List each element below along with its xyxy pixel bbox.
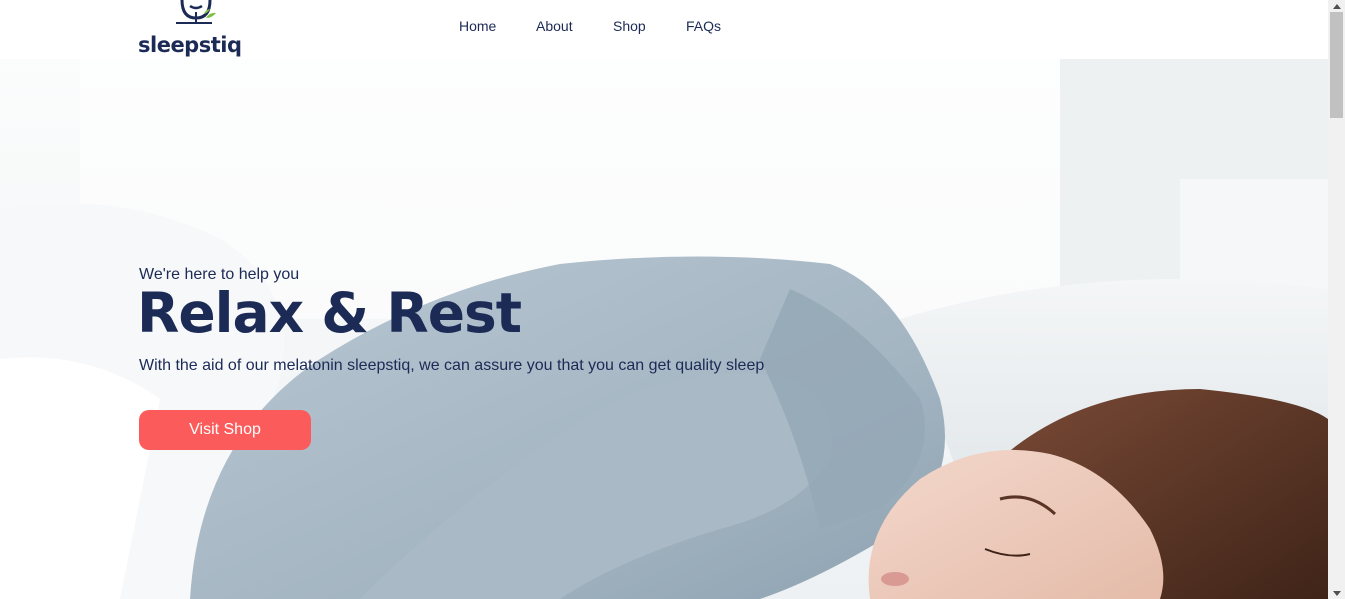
- scroll-down-arrow-icon[interactable]: [1328, 587, 1345, 599]
- page-scrollbar[interactable]: [1328, 0, 1345, 599]
- nav-about-link[interactable]: About: [536, 18, 573, 34]
- hero-description: With the aid of our melatonin sleepstiq,…: [139, 357, 765, 374]
- bird-icon: [176, 0, 216, 24]
- visit-shop-button[interactable]: Visit Shop: [139, 410, 311, 450]
- brand-name: sleepstiq: [138, 33, 242, 57]
- scrollbar-thumb[interactable]: [1330, 12, 1343, 118]
- site-header: sleepstiq Home About Shop FAQs: [0, 0, 1328, 59]
- scroll-up-arrow-icon[interactable]: [1328, 0, 1345, 12]
- brand-logo[interactable]: sleepstiq: [138, 0, 242, 59]
- nav-shop-link[interactable]: Shop: [613, 18, 646, 34]
- nav-faqs-link[interactable]: FAQs: [686, 18, 721, 34]
- nav-home-link[interactable]: Home: [459, 18, 496, 34]
- hero-section: We're here to help you Relax & Rest With…: [0, 59, 1328, 599]
- hero-headline: Relax & Rest: [137, 281, 522, 345]
